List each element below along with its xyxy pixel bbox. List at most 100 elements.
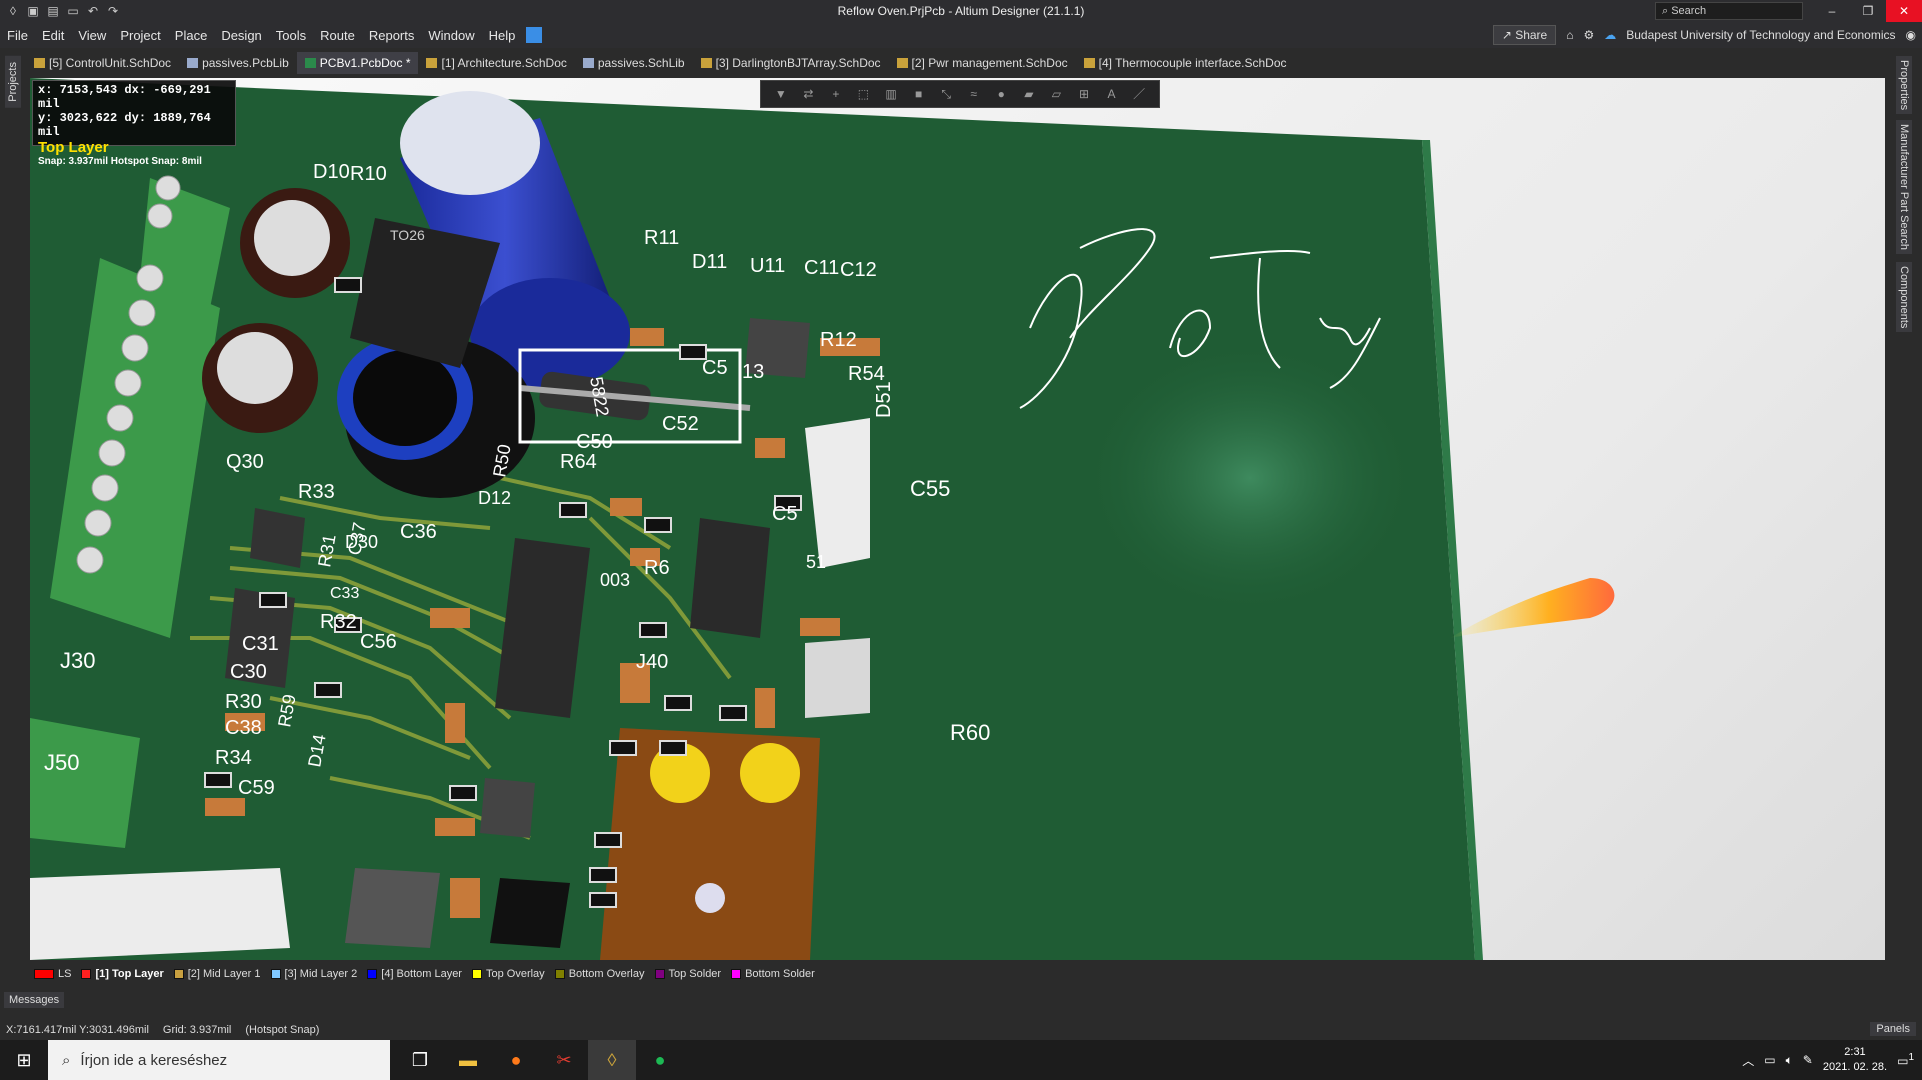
layer-color-swatch — [81, 969, 92, 979]
menu-project[interactable]: Project — [113, 28, 167, 43]
tab-pwr-management-schdoc[interactable]: [2] Pwr management.SchDoc — [889, 52, 1076, 74]
menu-design[interactable]: Design — [214, 28, 268, 43]
manufacturer-part-search-tab[interactable]: Manufacturer Part Search — [1896, 120, 1912, 254]
user-icon[interactable]: ◉ — [1906, 28, 1916, 42]
menu-file[interactable]: File — [0, 28, 35, 43]
tab-pcbv1-pcbdoc[interactable]: PCBv1.PcbDoc * — [296, 52, 419, 74]
layer-bottom-overlay[interactable]: Bottom Overlay — [554, 968, 645, 980]
taskbar-search-input[interactable]: ⌕ Írjon ide a kereséshez — [48, 1040, 390, 1080]
tab-architecture-schdoc[interactable]: [1] Architecture.SchDoc — [418, 52, 574, 74]
layer-color-swatch — [654, 969, 665, 979]
active-bar-toolbar: ▼ ⇄ + ⬚ ▥ ■ ⤡ ≈ ● ▰ ▱ ⊞ A ／ — [760, 80, 1160, 108]
layer-mid-layer-1[interactable]: [2] Mid Layer 1 — [173, 968, 261, 980]
pcb-3d-render: D10 R10 TO26 R11 D11 U11 C11 C12 R12 C5 … — [30, 78, 1615, 960]
run-script-icon[interactable] — [526, 27, 543, 43]
via-icon[interactable]: ● — [993, 86, 1009, 102]
snipping-tool-icon[interactable]: ✂ — [540, 1040, 588, 1080]
layer-color-swatch — [731, 969, 742, 979]
line-icon[interactable]: ／ — [1131, 86, 1147, 102]
layer-top-overlay[interactable]: Top Overlay — [471, 968, 545, 980]
label-q30: Q30 — [226, 451, 264, 473]
start-button[interactable]: ⊞ — [0, 1040, 48, 1080]
chevron-up-icon[interactable]: ︿ — [1742, 1052, 1754, 1069]
label-c50: C50 — [576, 431, 613, 453]
spotify-icon[interactable]: ● — [636, 1040, 684, 1080]
dimension-icon[interactable]: ⊞ — [1076, 86, 1092, 102]
menu-window[interactable]: Window — [421, 28, 481, 43]
menu-reports[interactable]: Reports — [362, 28, 422, 43]
label-r11: R11 — [644, 227, 679, 249]
connector-white-bottom — [30, 868, 290, 960]
component-icon[interactable]: ■ — [911, 86, 927, 102]
save-all-icon[interactable]: ▤ — [46, 4, 60, 18]
layer-bottom-layer[interactable]: [4] Bottom Layer — [367, 968, 462, 980]
select-rect-icon[interactable]: ⬚ — [855, 86, 871, 102]
network-icon[interactable]: ▭ — [1764, 1053, 1775, 1067]
library-icon — [582, 58, 594, 68]
keepout-icon[interactable]: ▱ — [1048, 86, 1064, 102]
firefox-icon[interactable]: ● — [492, 1040, 540, 1080]
gear-icon[interactable]: ⚙ — [1583, 28, 1594, 42]
open-icon[interactable]: ▭ — [66, 4, 80, 18]
label-003: 003 — [600, 570, 630, 590]
status-snap: (Hotspot Snap) — [245, 1024, 320, 1036]
panels-button[interactable]: Panels — [1870, 1022, 1916, 1036]
filter-icon[interactable]: ▼ — [773, 86, 789, 102]
pen-icon[interactable]: ✎ — [1803, 1053, 1813, 1067]
save-icon[interactable]: ▣ — [26, 4, 40, 18]
layer-top-solder[interactable]: Top Solder — [654, 968, 721, 980]
pcb-3d-viewport[interactable]: D10 R10 TO26 R11 D11 U11 C11 C12 R12 C5 … — [30, 78, 1885, 960]
menu-edit[interactable]: Edit — [35, 28, 71, 43]
menu-place[interactable]: Place — [168, 28, 215, 43]
label-r32: R32 — [320, 611, 357, 633]
properties-panel-tab[interactable]: Properties — [1896, 56, 1912, 115]
layer-mid-layer-2[interactable]: [3] Mid Layer 2 — [270, 968, 357, 980]
route-icon[interactable]: ⇄ — [800, 86, 816, 102]
tab-thermocouple-schdoc[interactable]: [4] Thermocouple interface.SchDoc — [1076, 52, 1295, 74]
menu-view[interactable]: View — [71, 28, 113, 43]
close-button[interactable]: ✕ — [1886, 0, 1922, 22]
tab-darlington-schdoc[interactable]: [3] DarlingtonBJTArray.SchDoc — [693, 52, 889, 74]
notification-icon[interactable]: ▭1 — [1897, 1052, 1914, 1068]
file-explorer-icon[interactable]: ▬ — [444, 1040, 492, 1080]
messages-panel-tab[interactable]: Messages — [4, 992, 65, 1008]
menu-help[interactable]: Help — [482, 28, 523, 43]
volume-icon[interactable]: 🔈︎ — [1786, 1053, 1793, 1068]
task-view-icon[interactable]: ❐ — [396, 1040, 444, 1080]
search-icon: ⌕ — [62, 1051, 71, 1069]
restore-button[interactable]: ❐ — [1850, 0, 1886, 22]
share-button[interactable]: ↗ Share — [1492, 25, 1557, 45]
align-icon[interactable]: ▥ — [883, 86, 899, 102]
app-icon[interactable]: ◊ — [6, 4, 20, 18]
components-panel-tab[interactable]: Components — [1896, 262, 1912, 333]
tab-controlunit-schdoc[interactable]: [5] ControlUnit.SchDoc — [26, 52, 179, 74]
polygon-icon[interactable]: ▰ — [1021, 86, 1037, 102]
home-icon[interactable]: ⌂ — [1566, 28, 1573, 42]
tab-passives-schlib[interactable]: passives.SchLib — [575, 52, 693, 74]
interactive-route-icon[interactable]: ⤡ — [938, 86, 954, 102]
clock[interactable]: 2:31 2021. 02. 28. — [1823, 1045, 1887, 1075]
label-c36: C36 — [400, 521, 437, 543]
label-j50: J50 — [44, 750, 79, 775]
minimize-button[interactable]: – — [1814, 0, 1850, 22]
label-to26: TO26 — [390, 227, 425, 243]
layer-bottom-solder[interactable]: Bottom Solder — [731, 968, 815, 980]
layer-color-swatch — [173, 969, 184, 979]
altium-icon[interactable]: ◊ — [588, 1040, 636, 1080]
label-r6: R6 — [644, 557, 670, 579]
workspace-name[interactable]: Budapest University of Technology and Ec… — [1626, 28, 1895, 42]
search-input[interactable]: ⌕ Search — [1655, 2, 1803, 20]
redo-icon[interactable]: ↷ — [106, 4, 120, 18]
crosshair-icon[interactable]: + — [828, 86, 844, 102]
diff-pair-icon[interactable]: ≈ — [966, 86, 982, 102]
layer-set-ls[interactable]: LS — [34, 968, 71, 980]
text-icon[interactable]: A — [1104, 86, 1120, 102]
tab-passives-pcblib[interactable]: passives.PcbLib — [179, 52, 297, 74]
schematic-icon — [1083, 58, 1095, 68]
thermocouple-hole — [695, 883, 725, 913]
menu-route[interactable]: Route — [313, 28, 362, 43]
projects-panel-tab[interactable]: Projects — [5, 56, 21, 108]
layer-top-layer[interactable]: [1] Top Layer — [81, 968, 164, 980]
undo-icon[interactable]: ↶ — [86, 4, 100, 18]
menu-tools[interactable]: Tools — [269, 28, 313, 43]
